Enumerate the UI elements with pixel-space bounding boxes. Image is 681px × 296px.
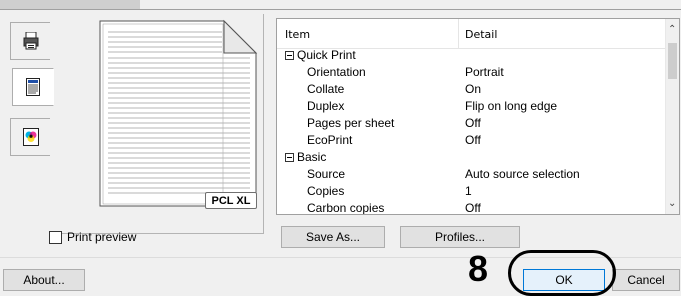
item-value: Flip on long edge [465, 99, 558, 113]
tab-color[interactable] [10, 118, 50, 156]
group-label: Quick Print [285, 47, 356, 64]
item-value: Off [465, 116, 481, 130]
group-name: Quick Print [297, 48, 356, 62]
list-item[interactable]: Carbon copies Off [277, 200, 667, 215]
print-preview-label: Print preview [67, 230, 137, 244]
item-value: 1 [465, 184, 472, 198]
top-bar [0, 0, 681, 10]
document-icon [26, 78, 40, 96]
about-button[interactable]: About... [3, 269, 85, 291]
list-item[interactable]: EcoPrint Off [277, 132, 667, 149]
item-value: On [465, 82, 482, 96]
item-value: Auto source selection [465, 167, 580, 181]
save-as-button[interactable]: Save As... [281, 226, 385, 248]
scroll-thumb[interactable] [668, 43, 677, 79]
header-detail[interactable]: Detail [465, 28, 497, 41]
list-item[interactable]: Copies 1 [277, 183, 667, 200]
top-tab-stub [0, 0, 140, 9]
print-preview-checkbox[interactable]: Print preview [49, 230, 136, 244]
item-label: Collate [307, 82, 345, 96]
item-value: Off [465, 201, 481, 215]
collapse-icon[interactable] [285, 153, 294, 162]
list-item[interactable]: Pages per sheet Off [277, 115, 667, 132]
header-item[interactable]: Item [285, 28, 310, 41]
scroll-down-icon[interactable]: ⌄ [668, 199, 676, 209]
item-label: Copies [307, 184, 345, 198]
vertical-scrollbar[interactable]: ⌃ ⌄ [665, 19, 679, 214]
header-separator [458, 19, 459, 49]
printer-icon [23, 32, 38, 50]
item-value: Off [465, 133, 481, 147]
item-label: Orientation [307, 65, 366, 79]
step-number: 8 [468, 248, 489, 289]
item-label: Duplex [307, 99, 345, 113]
list-item[interactable]: Orientation Portrait [277, 64, 667, 81]
settings-list[interactable]: Item Detail Quick Print Orientation Port… [276, 18, 680, 215]
item-label: Pages per sheet [307, 116, 395, 130]
group-row-quick-print[interactable]: Quick Print [277, 47, 667, 64]
group-row-basic[interactable]: Basic [277, 149, 667, 166]
item-value: Portrait [465, 65, 504, 79]
list-header: Item Detail [277, 19, 667, 49]
page-preview [99, 19, 258, 207]
group-label: Basic [285, 149, 326, 166]
item-label: Source [307, 167, 346, 181]
item-label: Carbon copies [307, 201, 385, 215]
tab-basic[interactable] [12, 68, 54, 106]
checkbox-box[interactable] [49, 230, 62, 244]
group-name: Basic [297, 150, 327, 164]
scroll-up-icon[interactable]: ⌃ [668, 25, 676, 35]
item-label: EcoPrint [307, 133, 353, 147]
tab-quick-print[interactable] [10, 22, 50, 60]
list-item[interactable]: Duplex Flip on long edge [277, 98, 667, 115]
color-icon [22, 128, 39, 146]
profiles-button[interactable]: Profiles... [400, 226, 520, 248]
highlight-ring [508, 250, 616, 296]
collapse-icon[interactable] [285, 51, 294, 60]
pdl-badge: PCL XL [205, 192, 257, 209]
list-item[interactable]: Collate On [277, 81, 667, 98]
cancel-button[interactable]: Cancel [612, 269, 680, 291]
list-item[interactable]: Source Auto source selection [277, 166, 667, 183]
